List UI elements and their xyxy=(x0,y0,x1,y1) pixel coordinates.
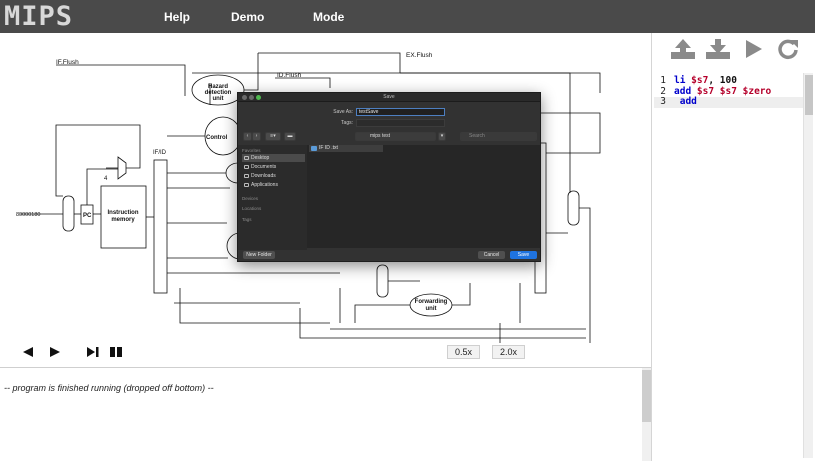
tags-label: Tags: xyxy=(341,120,353,126)
search-placeholder: Search xyxy=(469,133,485,139)
sidebar-item-downloads[interactable]: Downloads xyxy=(242,172,305,180)
code-scrollbar[interactable] xyxy=(803,73,813,458)
code-token: li xyxy=(674,75,692,86)
expand-button[interactable]: ▾ xyxy=(438,132,446,141)
code-lines[interactable]: 1 li $s7, 100 2 add $s7 $s7 $zero 3 add xyxy=(654,75,804,108)
code-token: add xyxy=(674,96,697,107)
sidebar-item-documents[interactable]: Documents xyxy=(242,163,305,171)
tags-header: Tags xyxy=(242,217,252,222)
if-id-label: IF/ID xyxy=(153,150,167,156)
save-as-label: Save As: xyxy=(333,109,353,115)
instr-mem-label-1: Instruction xyxy=(108,210,139,216)
tags-field[interactable] xyxy=(356,119,445,127)
file-list: IF ID .txt xyxy=(307,145,540,248)
file-icon xyxy=(311,146,317,151)
dialog-titlebar: Save xyxy=(238,93,540,102)
save-button[interactable]: Save xyxy=(510,251,537,259)
speed-half-button[interactable]: 0.5x xyxy=(447,345,480,359)
line-number: 1 xyxy=(660,75,666,86)
back-button[interactable]: ‹ xyxy=(243,132,252,141)
code-token: $s7 $s7 $zero xyxy=(696,85,772,97)
save-as-field[interactable]: testSave xyxy=(356,108,445,116)
step-back-icon[interactable] xyxy=(21,345,35,359)
dialog-title: Save xyxy=(383,94,395,100)
code-token: $s7 xyxy=(691,75,709,86)
console-message: -- program is finished running (dropped … xyxy=(4,383,214,393)
forwarding-label-2: unit xyxy=(426,306,437,312)
run-icon[interactable] xyxy=(740,37,768,61)
upload-icon[interactable] xyxy=(669,37,697,61)
sidebar-item-applications[interactable]: Applications xyxy=(242,181,305,189)
file-row[interactable]: IF ID .txt xyxy=(309,145,383,152)
view-mode-button[interactable]: ≡▾ xyxy=(265,132,281,141)
console-output: -- program is finished running (dropped … xyxy=(0,367,651,461)
location-popup[interactable]: mips test xyxy=(355,132,436,141)
favorites-header: Favorites xyxy=(242,148,261,153)
cancel-button[interactable]: Cancel xyxy=(478,251,505,259)
search-field[interactable]: Search xyxy=(460,132,537,141)
code-token: , xyxy=(708,75,720,86)
play-icon[interactable] xyxy=(48,345,62,359)
folder-icon[interactable]: ▬ xyxy=(284,132,296,141)
location-label: mips test xyxy=(370,133,391,139)
code-token: add xyxy=(674,85,697,97)
save-dialog: Save Save As: testSave Tags: ‹ › ≡▾ ▬ mi… xyxy=(237,92,541,262)
if-flush-label: IF.Flush xyxy=(56,59,79,66)
nav-demo[interactable]: Demo xyxy=(231,10,264,24)
console-scrollbar[interactable] xyxy=(642,368,651,461)
top-navigation-bar: MIPS Help Demo Mode xyxy=(0,0,815,33)
dialog-sidebar: Favorites Desktop Documents Downloads Ap… xyxy=(238,145,307,250)
address-label: 80000180 xyxy=(16,212,40,218)
code-token: 100 xyxy=(719,75,737,86)
sidebar-item-desktop[interactable]: Desktop xyxy=(242,154,305,162)
nav-help[interactable]: Help xyxy=(164,10,190,24)
four-label: 4 xyxy=(104,176,108,182)
id-flush-label: ID.Flush xyxy=(277,72,302,79)
download-icon[interactable] xyxy=(704,37,732,61)
pause-icon[interactable] xyxy=(108,345,124,359)
code-line[interactable]: 3 add xyxy=(654,96,804,108)
control-label: Control xyxy=(206,135,228,141)
dialog-footer: New Folder Cancel Save xyxy=(238,248,540,262)
refresh-icon[interactable] xyxy=(774,37,802,61)
new-folder-button[interactable]: New Folder xyxy=(243,251,275,259)
speed-double-button[interactable]: 2.0x xyxy=(492,345,525,359)
instr-mem-label-2: memory xyxy=(111,217,135,223)
line-number: 3 xyxy=(660,96,666,107)
ex-flush-label: EX.Flush xyxy=(406,52,433,59)
devices-header: Devices xyxy=(242,196,259,201)
step-forward-icon[interactable] xyxy=(86,345,100,359)
pc-label: PC xyxy=(83,213,92,219)
forwarding-label-1: Forwarding xyxy=(415,299,448,305)
code-editor-panel: 1 li $s7, 100 2 add $s7 $s7 $zero 3 add xyxy=(651,33,815,461)
forward-button[interactable]: › xyxy=(252,132,261,141)
locations-header: Locations xyxy=(242,206,262,211)
app-logo: MIPS xyxy=(4,1,74,32)
nav-mode[interactable]: Mode xyxy=(313,10,344,24)
hazard-label-3: unit xyxy=(213,96,224,102)
